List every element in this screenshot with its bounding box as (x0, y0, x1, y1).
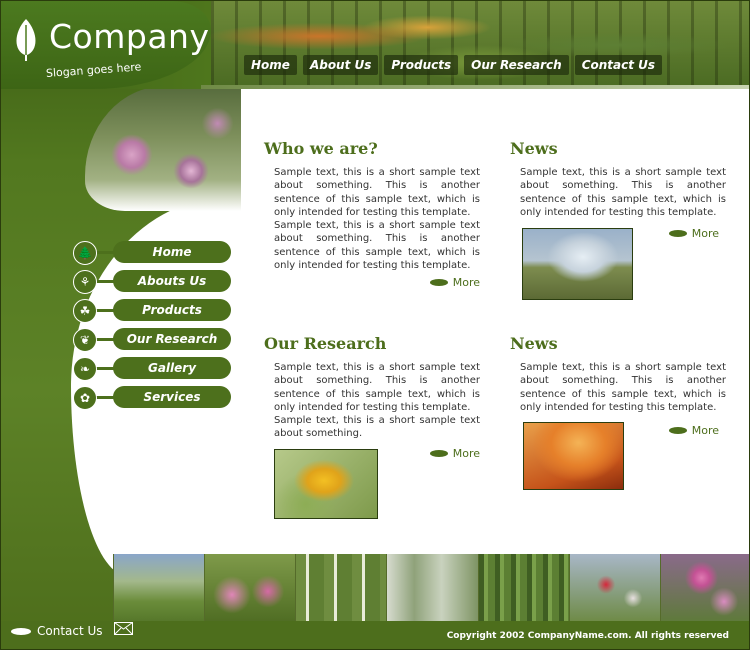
side-nav-products[interactable]: ☘ Products (73, 299, 233, 323)
more-label: More (452, 446, 480, 460)
section-title: Our Research (264, 334, 387, 353)
top-nav: Home About Us Products Our Research Cont… (244, 55, 663, 75)
side-nav-label: Gallery (113, 357, 231, 379)
header-divider (201, 85, 749, 89)
sprout-icon: ❦ (73, 328, 97, 352)
side-nav-label: Services (113, 386, 231, 408)
nav-connector (95, 309, 115, 312)
section-title: News (510, 139, 558, 158)
body-text: Sample text, this is a short sample text… (520, 167, 726, 218)
our-research-section: Our Research Sample text, this is a shor… (264, 334, 480, 460)
section-title: Who we are? (264, 139, 378, 158)
body-text: Sample text, this is a short sample text… (520, 362, 726, 413)
nav-connector (95, 367, 115, 370)
garden-photo (204, 554, 296, 622)
news-section: News Sample text, this is a short sample… (510, 139, 726, 240)
bottom-photo-strip (113, 554, 749, 622)
research-photo-poppy (274, 449, 378, 519)
more-link[interactable]: More (264, 276, 480, 289)
nav-connector (95, 280, 115, 283)
poppy-field-photo (568, 554, 660, 622)
slogan: Slogan goes here (45, 60, 142, 80)
grass-icon: ⚘ (73, 270, 97, 294)
header: Company Slogan goes here Home About Us P… (1, 1, 749, 89)
leaf-bullet-icon (429, 279, 448, 287)
top-nav-about-us[interactable]: About Us (302, 55, 379, 75)
more-label: More (691, 227, 719, 241)
page: Company Slogan goes here Home About Us P… (0, 0, 750, 650)
side-nav-label: Our Research (113, 328, 231, 350)
leaf-bullet-icon (11, 627, 31, 635)
side-nav-label: Products (113, 299, 231, 321)
landscape-photo (113, 554, 205, 622)
grass-closeup-photo (477, 554, 569, 622)
section-title: News (510, 334, 558, 353)
nav-connector (95, 251, 115, 254)
side-nav-home[interactable]: 🌲 Home (73, 241, 233, 265)
leaf-logo-icon (16, 19, 36, 61)
leaf-bullet-icon (429, 449, 448, 457)
body-text: Sample text, this is a short sample text… (274, 167, 480, 218)
mail-icon[interactable] (114, 622, 133, 635)
logo-area[interactable]: Company Slogan goes here (1, 1, 211, 89)
news-photo-leaf (523, 422, 624, 490)
leaf-bullet-icon (668, 427, 687, 435)
side-nav: 🌲 Home ⚘ Abouts Us ☘ Products ❦ Our Rese… (73, 241, 233, 415)
side-nav-about-us[interactable]: ⚘ Abouts Us (73, 270, 233, 294)
side-nav-gallery[interactable]: ❧ Gallery (73, 357, 233, 381)
body-text: Sample text, this is a short sample text… (274, 220, 480, 272)
side-nav-our-research[interactable]: ❦ Our Research (73, 328, 233, 352)
flower-icon: ✿ (73, 386, 97, 410)
top-nav-home[interactable]: Home (244, 55, 297, 75)
side-nav-label: Home (113, 241, 231, 263)
body-text: Sample text, this is a short sample text… (274, 362, 480, 413)
leaf-icon: ❧ (73, 357, 97, 381)
contact-label: Contact Us (37, 624, 103, 638)
contact-us-link[interactable]: Contact Us (11, 624, 103, 638)
who-we-are-section: Who we are? Sample text, this is a short… (264, 139, 480, 289)
blurred-grass-photo (386, 554, 478, 622)
copyright-text: Copyright 2002 CompanyName.com. All righ… (446, 631, 729, 641)
more-label: More (691, 424, 719, 438)
top-nav-contact-us[interactable]: Contact Us (574, 55, 663, 75)
company-name: Company (49, 17, 210, 56)
forest-banner (211, 1, 749, 89)
maple-leaf-icon: ☘ (73, 299, 97, 323)
side-nav-services[interactable]: ✿ Services (73, 386, 233, 410)
more-label: More (452, 276, 480, 290)
top-nav-products[interactable]: Products (384, 55, 459, 75)
nav-connector (95, 396, 115, 399)
top-nav-our-research[interactable]: Our Research (464, 55, 569, 75)
tree-icon: 🌲 (73, 241, 97, 265)
birch-forest-photo (295, 554, 387, 622)
pink-flower-photo (659, 554, 749, 622)
news-photo-dome (522, 228, 633, 300)
leaf-bullet-icon (668, 230, 687, 238)
side-nav-label: Abouts Us (113, 270, 231, 292)
body-text: Sample text, this is a short sample text… (274, 415, 480, 440)
nav-connector (95, 338, 115, 341)
